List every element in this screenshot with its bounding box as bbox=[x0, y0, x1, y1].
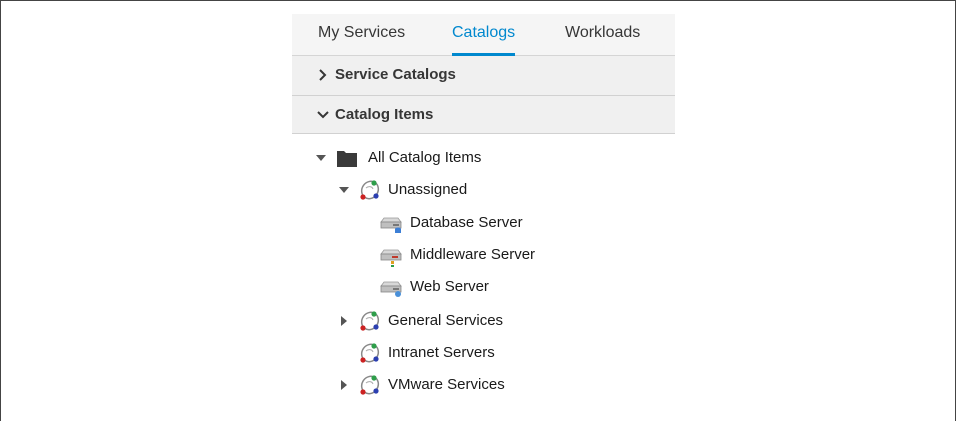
caret-right-icon[interactable] bbox=[341, 380, 347, 390]
catalog-icon bbox=[358, 341, 382, 370]
catalog-icon bbox=[358, 309, 382, 338]
tab-workloads[interactable]: Workloads bbox=[565, 24, 640, 56]
server-icon bbox=[378, 214, 404, 239]
tree-node-general-services[interactable]: General Services bbox=[292, 309, 675, 333]
tab-bar: My Services Catalogs Workloads bbox=[292, 14, 675, 56]
tree-node-label: Web Server bbox=[410, 278, 489, 295]
tree-node-label: Database Server bbox=[410, 214, 523, 231]
caret-down-icon[interactable] bbox=[316, 155, 326, 161]
accordion-catalog-items[interactable]: Catalog Items bbox=[292, 96, 675, 134]
tree-node-label: All Catalog Items bbox=[368, 149, 482, 166]
tree-node-label: Unassigned bbox=[388, 181, 468, 198]
tree-node-vmware-services[interactable]: VMware Services bbox=[292, 373, 675, 397]
tree-node-middleware-server[interactable]: Middleware Server bbox=[292, 243, 675, 267]
tab-catalogs[interactable]: Catalogs bbox=[452, 24, 516, 56]
tree-node-label: General Services bbox=[388, 312, 504, 329]
server-icon bbox=[378, 246, 404, 273]
accordion-label: Service Catalogs bbox=[335, 66, 456, 83]
tree-node-database-server[interactable]: Database Server bbox=[292, 211, 675, 235]
tree-node-label: Middleware Server bbox=[410, 246, 536, 263]
caret-down-icon[interactable] bbox=[339, 187, 349, 193]
accordion-service-catalogs[interactable]: Service Catalogs bbox=[292, 56, 675, 96]
catalog-icon bbox=[358, 178, 382, 207]
tree-node-intranet-servers[interactable]: Intranet Servers bbox=[292, 341, 675, 365]
tree-node-unassigned[interactable]: Unassigned bbox=[292, 178, 675, 202]
folder-icon bbox=[336, 148, 358, 173]
catalog-panel: My Services Catalogs Workloads Service C… bbox=[292, 14, 675, 410]
catalog-icon bbox=[358, 373, 382, 402]
server-icon bbox=[378, 278, 404, 303]
accordion-label: Catalog Items bbox=[335, 106, 434, 123]
tree-node-label: VMware Services bbox=[388, 376, 505, 393]
tree-node-web-server[interactable]: Web Server bbox=[292, 275, 675, 299]
tree-node-all-catalog-items[interactable]: All Catalog Items bbox=[292, 146, 675, 170]
caret-right-icon[interactable] bbox=[341, 316, 347, 326]
catalog-tree: All Catalog Items Unassigned Database Se… bbox=[292, 134, 675, 410]
tree-node-label: Intranet Servers bbox=[388, 344, 495, 361]
tab-my-services[interactable]: My Services bbox=[318, 24, 405, 56]
